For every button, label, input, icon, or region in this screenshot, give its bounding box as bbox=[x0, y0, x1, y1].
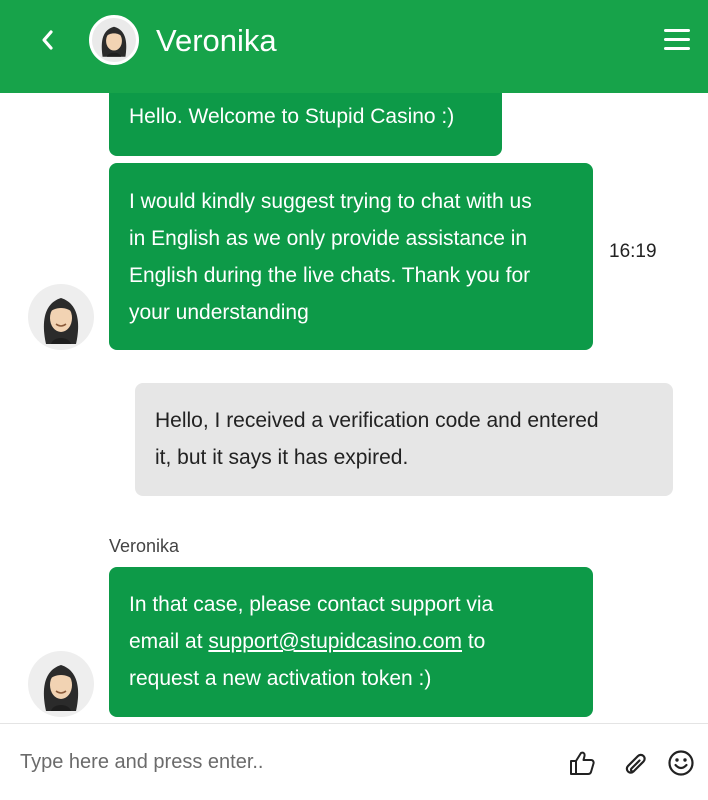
message-text: to bbox=[462, 630, 486, 653]
message-text: email at bbox=[129, 630, 209, 653]
thumbs-up-icon bbox=[570, 751, 595, 775]
message-line: in English as we only provide assistance… bbox=[129, 227, 528, 250]
menu-button[interactable] bbox=[661, 25, 695, 55]
agent-avatar bbox=[89, 15, 139, 65]
agent-avatar bbox=[28, 284, 94, 350]
emoji-button[interactable] bbox=[666, 748, 696, 778]
message-line: your understanding bbox=[129, 301, 309, 324]
chevron-left-icon bbox=[42, 30, 53, 50]
agent-name-title: Veronika bbox=[156, 23, 277, 58]
message-input[interactable] bbox=[20, 744, 540, 780]
message-timestamp: 16:19 bbox=[609, 241, 657, 262]
attach-file-button[interactable] bbox=[620, 748, 650, 778]
smiley-icon bbox=[668, 750, 694, 776]
message-composer bbox=[0, 723, 708, 800]
message-list[interactable]: Hello. Welcome to Stupid Casino :) I wou… bbox=[0, 93, 708, 723]
chat-header: Veronika bbox=[0, 0, 708, 93]
message-line: request a new activation token :) bbox=[129, 667, 432, 690]
message-line: it, but it says it has expired. bbox=[155, 446, 409, 469]
agent-message: Hello. Welcome to Stupid Casino :) bbox=[109, 93, 502, 156]
message-line: Hello, I received a verification code an… bbox=[155, 409, 599, 432]
message-line: English during the live chats. Thank you… bbox=[129, 264, 531, 287]
message-text: Hello. Welcome to Stupid Casino :) bbox=[129, 105, 455, 128]
agent-message: I would kindly suggest trying to chat wi… bbox=[109, 163, 593, 350]
sender-name: Veronika bbox=[109, 536, 180, 556]
support-email-link[interactable]: support@stupidcasino.com bbox=[208, 630, 462, 653]
message-line: email at support@stupidcasino.com to bbox=[129, 623, 573, 660]
message-line: In that case, please contact support via bbox=[129, 593, 494, 616]
agent-avatar bbox=[28, 651, 94, 717]
paperclip-icon bbox=[625, 753, 646, 774]
hamburger-menu-icon bbox=[664, 29, 690, 50]
thumbs-up-button[interactable] bbox=[567, 748, 597, 778]
message-line: I would kindly suggest trying to chat wi… bbox=[129, 190, 532, 213]
agent-message: In that case, please contact support via… bbox=[109, 567, 593, 717]
user-message: Hello, I received a verification code an… bbox=[135, 383, 673, 496]
back-button[interactable] bbox=[30, 22, 66, 58]
